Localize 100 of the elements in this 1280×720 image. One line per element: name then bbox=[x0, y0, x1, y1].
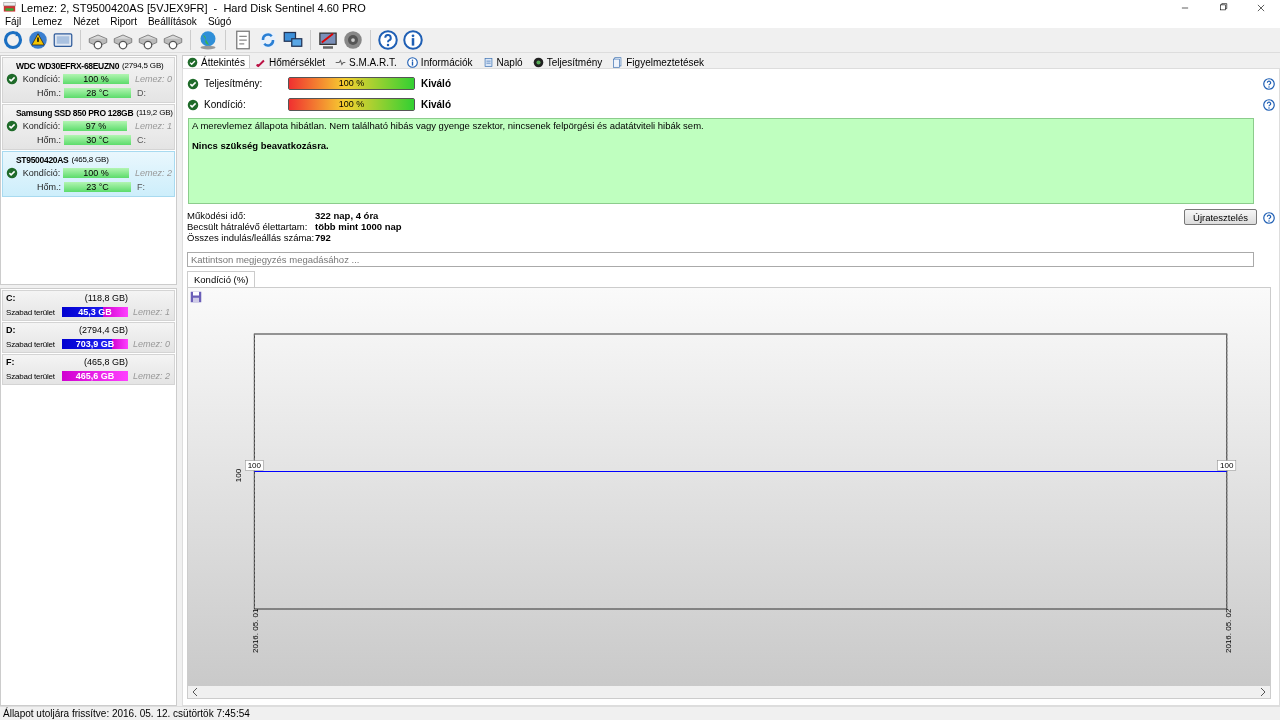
meter-reading: 30 °C bbox=[85, 135, 110, 145]
x-tick-label: 2016. 05. 02 bbox=[1223, 608, 1233, 653]
drive-icon[interactable] bbox=[53, 30, 73, 50]
disk-name: ST9500420AS bbox=[16, 155, 69, 165]
tab[interactable]: Áttekintés bbox=[182, 55, 250, 68]
globe-icon[interactable] bbox=[198, 30, 218, 50]
health-label: Teljesítmény: bbox=[204, 78, 264, 89]
disk-name: WDC WD30EFRX-68EUZN0 bbox=[16, 61, 120, 71]
tab[interactable]: Hőmérséklet bbox=[249, 55, 331, 68]
tab[interactable]: S.M.A.R.T. bbox=[330, 55, 402, 68]
volume-letter: C: bbox=[6, 293, 17, 303]
meter-label: Kondíció: bbox=[21, 74, 61, 84]
stat-label: Összes indulás/leállás száma: bbox=[187, 232, 315, 243]
meter-reading: 97 % bbox=[84, 121, 108, 131]
horizontal-scrollbar[interactable] bbox=[188, 686, 1270, 698]
disk-size: (2794,5 GB) bbox=[122, 61, 164, 71]
meter-label: Kondíció: bbox=[21, 121, 61, 131]
stat-value: több mint 1000 nap bbox=[315, 221, 403, 232]
close-icon[interactable] bbox=[1256, 2, 1266, 13]
refresh-icon[interactable] bbox=[3, 30, 23, 50]
scroll-right-icon[interactable] bbox=[1260, 688, 1266, 696]
menu-item[interactable]: Súgó bbox=[202, 15, 238, 28]
sync-icon[interactable] bbox=[258, 30, 278, 50]
tab[interactable]: Információk bbox=[401, 55, 478, 68]
stat-label: Működési idő: bbox=[187, 210, 247, 221]
note-field[interactable]: Kattintson megjegyzés megadásához ... bbox=[187, 252, 1254, 267]
document-icon[interactable] bbox=[233, 30, 253, 50]
tab[interactable]: Napló bbox=[477, 55, 528, 68]
health-reading: 100 % bbox=[337, 78, 366, 89]
disk-item[interactable]: WDC WD30EFRX-68EUZN0 (2794,5 GB) Kondíció: 100 % Lemez: 0 Hőm.: 28 °C D: bbox=[2, 57, 175, 103]
ok-icon bbox=[6, 120, 18, 132]
stat-value: 322 nap, 4 óra bbox=[315, 210, 380, 221]
volume-size: (465,8 GB) bbox=[82, 357, 128, 367]
app-icon bbox=[3, 1, 16, 14]
menu-item[interactable]: Nézet bbox=[68, 15, 106, 28]
help-icon[interactable] bbox=[1263, 98, 1275, 111]
stat-value: 792 bbox=[315, 232, 332, 243]
meter-label: Hőm.: bbox=[36, 182, 61, 192]
disk-number: Lemez: 1 bbox=[134, 121, 172, 131]
retest-button[interactable]: Újratesztelés bbox=[1184, 209, 1257, 225]
tab[interactable]: Figyelmeztetések bbox=[607, 55, 710, 68]
meter-reading: 23 °C bbox=[85, 182, 110, 192]
menu-item[interactable]: Riport bbox=[105, 15, 143, 28]
network-icon[interactable] bbox=[283, 30, 303, 50]
ok-icon bbox=[6, 73, 18, 85]
volume-letter: F: bbox=[6, 357, 16, 367]
meter-reading: 100 % bbox=[82, 74, 110, 84]
meter-label: Hőm.: bbox=[36, 88, 61, 98]
health-reading: 100 % bbox=[337, 99, 366, 110]
disk-size: (119,2 GB) bbox=[136, 108, 173, 118]
disk-item[interactable]: ST9500420AS (465,8 GB) Kondíció: 100 % Lemez: 2 Hőm.: 23 °C F: bbox=[2, 151, 175, 197]
stat-label: Becsült hátralévő élettartam: bbox=[187, 221, 309, 232]
free-space-label: Szabad terület bbox=[6, 339, 56, 349]
window-title: Lemez: 2, ST9500420AS [5VJEX9FR] - Hard Disk Sentinel 4.60 PRO bbox=[21, 1, 367, 14]
maximize-icon[interactable] bbox=[1218, 2, 1228, 13]
save-icon[interactable] bbox=[190, 291, 202, 303]
pulse-icon bbox=[335, 56, 347, 68]
help-icon[interactable] bbox=[1263, 77, 1275, 90]
warning-icon[interactable] bbox=[28, 30, 48, 50]
chart-tab[interactable]: Kondíció (%) bbox=[187, 271, 256, 287]
scroll-left-icon[interactable] bbox=[192, 688, 198, 696]
free-space-label: Szabad terület bbox=[6, 371, 56, 381]
log-icon bbox=[482, 56, 494, 68]
disk-number: Lemez: 1 bbox=[133, 307, 171, 317]
volume-size: (2794,4 GB) bbox=[77, 325, 128, 335]
ok-icon bbox=[187, 77, 199, 90]
disk-number: Lemez: 2 bbox=[133, 371, 171, 381]
volume-letter: D: bbox=[6, 325, 17, 335]
menu-item[interactable]: Beállítások bbox=[142, 15, 203, 28]
info-icon[interactable] bbox=[403, 30, 423, 50]
meter-label: Kondíció: bbox=[21, 168, 61, 178]
disk-size: (465,8 GB) bbox=[71, 155, 109, 165]
drive-letter: C: bbox=[137, 135, 146, 145]
disk-name: Samsung SSD 850 PRO 128GB bbox=[16, 108, 134, 118]
disk-number: Lemez: 2 bbox=[134, 168, 172, 178]
health-verdict: Kiváló bbox=[421, 99, 452, 110]
advice-text: Nincs szükség beavatkozásra. bbox=[192, 140, 330, 151]
status-text: Állapot utoljára frissítve: 2016. 05. 12. csütörtök 7:45:54 bbox=[0, 706, 1280, 720]
disk-number: Lemez: 0 bbox=[133, 339, 171, 349]
help-icon[interactable] bbox=[378, 30, 398, 50]
free-space-reading: 465,6 GB bbox=[74, 371, 116, 381]
drive-letter: F: bbox=[137, 182, 145, 192]
tab[interactable]: Teljesítmény bbox=[527, 55, 608, 68]
meter-reading: 100 % bbox=[82, 168, 110, 178]
axis-label: 100 bbox=[234, 468, 244, 483]
meter-label: Hőm.: bbox=[36, 135, 61, 145]
health-verdict: Kiváló bbox=[421, 78, 452, 89]
ok-icon bbox=[6, 167, 18, 179]
help-icon[interactable] bbox=[1263, 211, 1275, 224]
message-text: A merevlemez állapota hibátlan. Nem található hibás vagy gyenge szektor, nincsenek felpörgési és adatátviteli hibák sem. bbox=[192, 120, 705, 131]
disk-item[interactable]: Samsung SSD 850 PRO 128GB (119,2 GB) Kondíció: 97 % Lemez: 1 Hőm.: 30 °C C: bbox=[2, 104, 175, 150]
free-space-label: Szabad terület bbox=[6, 307, 56, 317]
meter-reading: 28 °C bbox=[85, 88, 110, 98]
menu-item[interactable]: Lemez bbox=[27, 15, 69, 28]
menu-item[interactable]: Fájl bbox=[0, 15, 28, 28]
monitor-icon[interactable] bbox=[318, 30, 338, 50]
drive-letter: D: bbox=[137, 88, 146, 98]
health-label: Kondíció: bbox=[204, 99, 247, 110]
ok-icon bbox=[187, 98, 199, 111]
volume-item[interactable]: F: (465,8 GB) Szabad terület 465,6 GB Lemez: 2 bbox=[2, 354, 175, 385]
